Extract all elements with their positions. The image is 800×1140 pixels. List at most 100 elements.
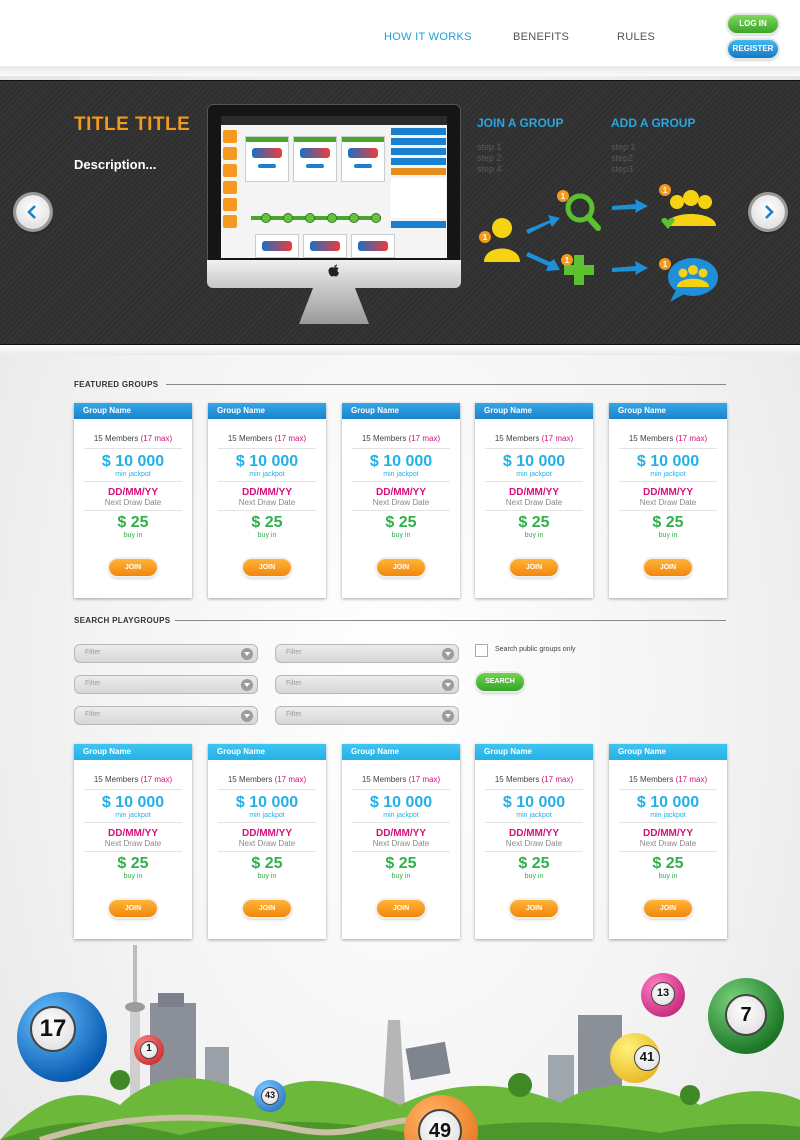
jackpot-value: $ 10 000 bbox=[101, 794, 165, 811]
join-step: step 1 bbox=[477, 142, 502, 152]
draw-date-label: Next Draw Date bbox=[372, 839, 430, 848]
group-members: 15 Members (17 max) bbox=[475, 434, 593, 443]
draw-date: DD/MM/YY bbox=[242, 487, 292, 498]
monitor-screen bbox=[221, 116, 447, 258]
filter-select[interactable]: Filter bbox=[275, 706, 459, 725]
divider bbox=[218, 851, 316, 852]
divider bbox=[485, 510, 583, 511]
join-button[interactable]: JOIN bbox=[644, 559, 692, 576]
mini-card bbox=[293, 136, 337, 182]
join-button[interactable]: JOIN bbox=[377, 900, 425, 917]
join-button[interactable]: JOIN bbox=[644, 900, 692, 917]
jackpot-value: $ 10 000 bbox=[502, 794, 566, 811]
nav-benefits[interactable]: BENEFITS bbox=[513, 31, 569, 43]
ball-number: 41 bbox=[634, 1045, 660, 1071]
jackpot-label: min jackpot bbox=[115, 471, 151, 478]
members-max: (17 max) bbox=[274, 775, 307, 784]
members-count: 15 Members bbox=[628, 434, 674, 443]
register-button[interactable]: REGISTER bbox=[728, 40, 778, 58]
arrow-icon bbox=[526, 215, 560, 234]
group-members: 15 Members (17 max) bbox=[475, 775, 593, 784]
filter-select[interactable]: Filter bbox=[275, 675, 459, 694]
group-name: Group Name bbox=[74, 744, 192, 760]
group-name: Group Name bbox=[475, 744, 593, 760]
mini-dot bbox=[283, 213, 293, 223]
draw-date: DD/MM/YY bbox=[242, 828, 292, 839]
members-max: (17 max) bbox=[675, 775, 708, 784]
hero-title: TITLE TITLE bbox=[74, 114, 191, 135]
divider bbox=[84, 481, 182, 482]
tree bbox=[110, 1070, 130, 1090]
lottery-ball: 17 bbox=[17, 992, 107, 1082]
divider bbox=[485, 448, 583, 449]
filter-select[interactable]: Filter bbox=[74, 675, 258, 694]
magnifier-icon: 1 bbox=[557, 190, 601, 231]
group-card: Group Name 15 Members (17 max) $ 10 000 min… bbox=[342, 744, 460, 939]
draw-date: DD/MM/YY bbox=[376, 487, 426, 498]
step-badge: 1 bbox=[483, 233, 488, 242]
members-max: (17 max) bbox=[140, 775, 173, 784]
group-members: 15 Members (17 max) bbox=[208, 775, 326, 784]
divider bbox=[84, 510, 182, 511]
buy-in-label: buy in bbox=[658, 873, 678, 880]
group-members: 15 Members (17 max) bbox=[609, 775, 727, 784]
members-max: (17 max) bbox=[140, 434, 173, 443]
nav-how-it-works[interactable]: HOW IT WORKS bbox=[384, 31, 472, 43]
divider bbox=[619, 481, 717, 482]
person-icon: 1 bbox=[479, 218, 520, 262]
nav-rules[interactable]: RULES bbox=[617, 31, 655, 43]
add-step: step2 bbox=[611, 153, 634, 163]
filter-placeholder: Filter bbox=[85, 711, 101, 718]
draw-date-label: Next Draw Date bbox=[505, 839, 563, 848]
group-members: 15 Members (17 max) bbox=[74, 775, 192, 784]
draw-date: DD/MM/YY bbox=[509, 487, 559, 498]
join-button[interactable]: JOIN bbox=[243, 559, 291, 576]
group-members: 15 Members (17 max) bbox=[342, 434, 460, 443]
join-button[interactable]: JOIN bbox=[109, 900, 157, 917]
ball-number: 13 bbox=[651, 982, 675, 1006]
divider bbox=[619, 448, 717, 449]
jackpot-label: min jackpot bbox=[249, 471, 285, 478]
carousel-prev-button[interactable] bbox=[16, 195, 50, 229]
join-button[interactable]: JOIN bbox=[109, 559, 157, 576]
join-button[interactable]: JOIN bbox=[510, 900, 558, 917]
group-card: Group Name 15 Members (17 max) $ 10 000 min… bbox=[475, 744, 593, 939]
divider bbox=[218, 481, 316, 482]
plus-icon: 1 bbox=[561, 254, 594, 285]
buy-in-value: $ 25 bbox=[518, 855, 550, 872]
buy-in-value: $ 25 bbox=[251, 514, 283, 531]
group-name: Group Name bbox=[208, 403, 326, 419]
filter-select[interactable]: Filter bbox=[74, 706, 258, 725]
members-count: 15 Members bbox=[227, 434, 273, 443]
join-button[interactable]: JOIN bbox=[510, 559, 558, 576]
members-count: 15 Members bbox=[227, 775, 273, 784]
svg-text:1: 1 bbox=[663, 260, 668, 269]
mini-dot bbox=[305, 213, 315, 223]
chevron-down-icon bbox=[442, 710, 454, 722]
group-name: Group Name bbox=[609, 744, 727, 760]
monitor-mockup bbox=[207, 104, 461, 324]
city-lottery-illustration bbox=[0, 945, 800, 1140]
group-card: Group Name 15 Members (17 max) $ 10 000 min… bbox=[609, 744, 727, 939]
filter-select[interactable]: Filter bbox=[74, 644, 258, 663]
join-step: step 4 bbox=[477, 164, 502, 174]
filter-select[interactable]: Filter bbox=[275, 644, 459, 663]
search-button[interactable]: SEARCH bbox=[476, 673, 524, 691]
carousel-next-button[interactable] bbox=[751, 195, 785, 229]
join-button[interactable]: JOIN bbox=[243, 900, 291, 917]
members-count: 15 Members bbox=[361, 434, 407, 443]
svg-text:1: 1 bbox=[663, 186, 668, 195]
header-divider bbox=[0, 66, 800, 76]
draw-date-label: Next Draw Date bbox=[238, 498, 296, 507]
group-name: Group Name bbox=[342, 744, 460, 760]
divider bbox=[485, 481, 583, 482]
join-button[interactable]: JOIN bbox=[377, 559, 425, 576]
group-members: 15 Members (17 max) bbox=[609, 434, 727, 443]
mini-card bbox=[351, 234, 395, 258]
mini-dot bbox=[371, 213, 381, 223]
mini-dot bbox=[349, 213, 359, 223]
login-button[interactable]: LOG IN bbox=[728, 15, 778, 33]
filter-placeholder: Filter bbox=[85, 649, 101, 656]
public-only-checkbox[interactable] bbox=[475, 644, 488, 657]
members-max: (17 max) bbox=[408, 775, 441, 784]
